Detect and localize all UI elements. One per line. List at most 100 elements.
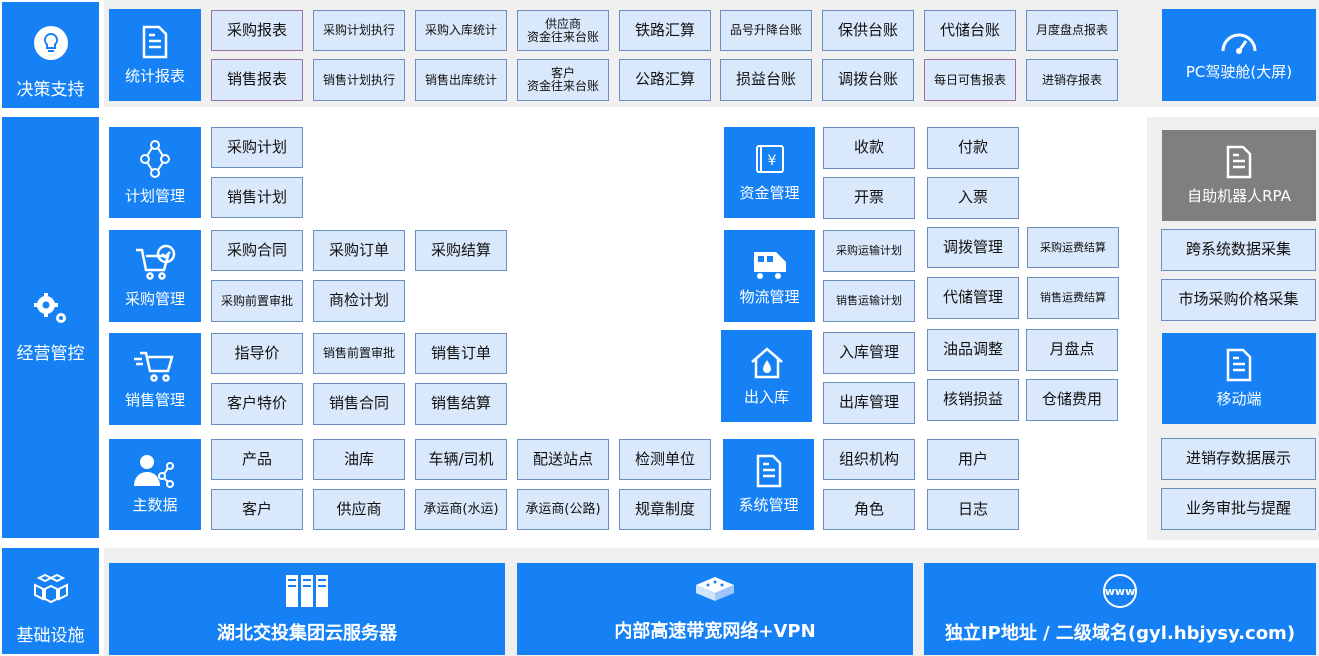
master-data-label: 主数据 xyxy=(132,496,178,514)
log-button[interactable]: 日志 xyxy=(927,489,1019,530)
sales-order-button[interactable]: 销售订单 xyxy=(415,333,507,374)
sales-management-module[interactable]: 销售管理 xyxy=(109,333,201,425)
user-button[interactable]: 用户 xyxy=(927,439,1019,480)
sales-freight-settlement-button[interactable]: 销售运费结算 xyxy=(1027,277,1119,319)
monthly-stocktake-button[interactable]: 月盘点 xyxy=(1026,329,1118,371)
purchase-management-module[interactable]: 采购管理 xyxy=(109,230,201,322)
report-purchase[interactable]: 采购报表 xyxy=(211,10,303,51)
lightbulb-icon xyxy=(33,25,69,61)
purchase-contract-button[interactable]: 采购合同 xyxy=(211,230,303,271)
document-icon xyxy=(141,25,169,59)
transfer-management-button[interactable]: 调拨管理 xyxy=(927,227,1019,268)
ip-domain-block[interactable]: www 独立IP地址 / 二级域名(gyl.hbjysy.com) xyxy=(924,563,1316,655)
pc-cockpit-module[interactable]: PC驾驶舱(大屏) xyxy=(1162,9,1316,101)
document-icon xyxy=(1225,348,1253,382)
train-icon xyxy=(750,246,790,280)
oil-depot-button[interactable]: 油库 xyxy=(313,439,405,480)
report-sales[interactable]: 销售报表 xyxy=(211,59,303,101)
system-management-module[interactable]: 系统管理 xyxy=(723,439,814,530)
purchase-pre-approval-button[interactable]: 采购前置审批 xyxy=(211,280,303,322)
network-vpn-block[interactable]: 内部高速带宽网络+VPN xyxy=(517,563,913,655)
report-sales-plan-execution[interactable]: 销售计划执行 xyxy=(313,59,405,101)
report-supplier-fund-ledger[interactable]: 供应商 资金往来台账 xyxy=(517,10,609,51)
speedometer-icon xyxy=(1219,29,1259,55)
report-transfer-ledger[interactable]: 调拨台账 xyxy=(822,59,914,101)
payment-button[interactable]: 付款 xyxy=(927,127,1019,169)
pc-cockpit-label: PC驾驶舱(大屏) xyxy=(1185,62,1293,81)
vehicle-driver-button[interactable]: 车辆/司机 xyxy=(415,439,507,480)
storage-fee-button[interactable]: 仓储费用 xyxy=(1026,379,1118,421)
regulations-button[interactable]: 规章制度 xyxy=(619,489,711,530)
sales-contract-button[interactable]: 销售合同 xyxy=(313,383,405,425)
purchase-order-button[interactable]: 采购订单 xyxy=(313,230,405,271)
inspection-plan-button[interactable]: 商检计划 xyxy=(313,280,405,322)
report-inventory-flow[interactable]: 进销存报表 xyxy=(1026,59,1118,101)
customer-button[interactable]: 客户 xyxy=(211,489,303,530)
fund-management-label: 资金管理 xyxy=(739,184,800,202)
fund-management-module[interactable]: ¥ 资金管理 xyxy=(724,127,815,218)
report-storage-agency-ledger[interactable]: 代储台账 xyxy=(924,10,1016,51)
carrier-water-button[interactable]: 承运商(水运) xyxy=(415,489,507,530)
purchase-settlement-button[interactable]: 采购结算 xyxy=(415,230,507,271)
report-profit-loss-ledger[interactable]: 损益台账 xyxy=(720,59,812,101)
operations-control-category[interactable]: 经营管控 xyxy=(2,117,99,538)
statistics-reports-label: 统计报表 xyxy=(124,66,185,85)
plan-management-module[interactable]: 计划管理 xyxy=(109,127,201,218)
decision-support-category[interactable]: 决策支持 xyxy=(2,2,99,108)
report-supply-guarantee-ledger[interactable]: 保供台账 xyxy=(822,10,914,51)
delivery-station-button[interactable]: 配送站点 xyxy=(517,439,609,480)
purchase-transport-plan-button[interactable]: 采购运输计划 xyxy=(823,230,915,272)
purchase-management-label: 采购管理 xyxy=(124,289,185,308)
sales-settlement-button[interactable]: 销售结算 xyxy=(415,383,507,425)
statistics-reports-module[interactable]: 统计报表 xyxy=(109,9,201,101)
report-purchase-inbound-stats[interactable]: 采购入库统计 xyxy=(415,10,507,51)
report-customer-fund-ledger[interactable]: 客户 资金往来台账 xyxy=(517,59,609,101)
outbound-management-button[interactable]: 出库管理 xyxy=(823,382,915,424)
role-button[interactable]: 角色 xyxy=(823,489,915,530)
customer-special-price-button[interactable]: 客户特价 xyxy=(211,383,303,425)
decision-support-label: 决策支持 xyxy=(16,80,85,100)
cross-system-collection-button[interactable]: 跨系统数据采集 xyxy=(1161,229,1316,271)
gears-icon xyxy=(31,291,71,325)
sales-plan-button[interactable]: 销售计划 xyxy=(211,177,303,218)
purchase-freight-settlement-button[interactable]: 采购运费结算 xyxy=(1027,227,1119,268)
report-monthly-inventory[interactable]: 月度盘点报表 xyxy=(1026,10,1118,51)
svg-text:www: www xyxy=(1105,585,1136,598)
oil-adjustment-button[interactable]: 油品调整 xyxy=(927,329,1019,371)
warehouse-inout-label: 出入库 xyxy=(743,387,789,406)
mobile-module[interactable]: 移动端 xyxy=(1162,333,1316,424)
testing-unit-button[interactable]: 检测单位 xyxy=(619,439,711,480)
guide-price-button[interactable]: 指导价 xyxy=(211,333,303,374)
report-sales-outbound-stats[interactable]: 销售出库统计 xyxy=(415,59,507,101)
master-data-module[interactable]: 主数据 xyxy=(109,439,201,530)
approval-reminder-button[interactable]: 业务审批与提醒 xyxy=(1161,488,1316,530)
report-purchase-plan-execution[interactable]: 采购计划执行 xyxy=(313,10,405,51)
market-price-collection-button[interactable]: 市场采购价格采集 xyxy=(1161,279,1316,321)
infrastructure-category[interactable]: 基础设施 xyxy=(2,548,99,654)
purchase-plan-button[interactable]: 采购计划 xyxy=(211,127,303,168)
sales-transport-plan-button[interactable]: 销售运输计划 xyxy=(823,280,915,322)
network-nodes-icon xyxy=(137,139,173,179)
organization-button[interactable]: 组织机构 xyxy=(823,439,915,480)
storage-agency-management-button[interactable]: 代储管理 xyxy=(927,277,1019,319)
invoicing-button[interactable]: 开票 xyxy=(823,177,915,219)
house-drop-icon xyxy=(749,346,785,380)
inventory-data-display-button[interactable]: 进销存数据展示 xyxy=(1161,438,1316,480)
sales-pre-approval-button[interactable]: 销售前置审批 xyxy=(313,333,405,374)
report-daily-sellable[interactable]: 每日可售报表 xyxy=(924,59,1016,101)
carrier-road-button[interactable]: 承运商(公路) xyxy=(517,489,609,530)
supplier-button[interactable]: 供应商 xyxy=(313,489,405,530)
report-grade-change-ledger[interactable]: 品号升降台账 xyxy=(720,10,812,51)
report-highway-settlement[interactable]: 公路汇算 xyxy=(619,59,711,101)
system-management-label: 系统管理 xyxy=(738,496,799,514)
inbound-management-button[interactable]: 入库管理 xyxy=(823,332,915,374)
warehouse-inout-module[interactable]: 出入库 xyxy=(721,330,812,422)
invoice-entry-button[interactable]: 入票 xyxy=(927,177,1019,219)
receipt-button[interactable]: 收款 xyxy=(823,127,915,169)
report-railway-settlement[interactable]: 铁路汇算 xyxy=(619,10,711,51)
logistics-module[interactable]: 物流管理 xyxy=(724,230,815,322)
product-button[interactable]: 产品 xyxy=(211,439,303,480)
rpa-robot-module[interactable]: 自助机器人RPA xyxy=(1162,130,1316,221)
cloud-server-block[interactable]: 湖北交投集团云服务器 xyxy=(109,563,505,655)
write-off-loss-button[interactable]: 核销损益 xyxy=(927,379,1019,421)
